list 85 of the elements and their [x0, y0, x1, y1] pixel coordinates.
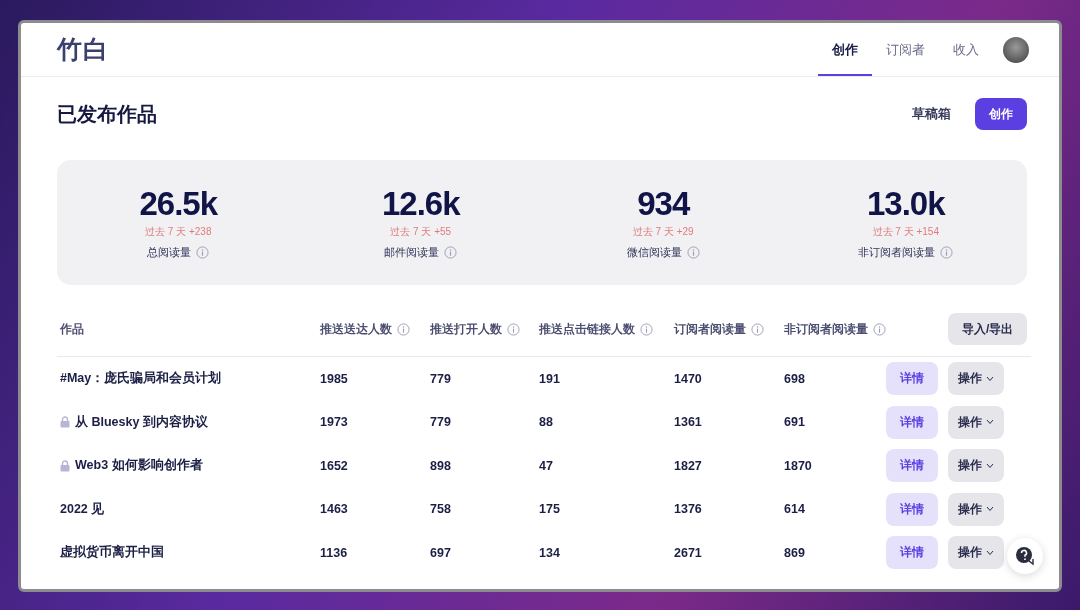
column-header: 推送送达人数 [320, 321, 392, 337]
table-cell: 1361 [674, 415, 702, 430]
info-icon[interactable] [640, 322, 653, 336]
table-cell: 779 [430, 415, 451, 430]
drafts-link[interactable]: 草稿箱 [912, 105, 951, 123]
page-title: 已发布作品 [57, 101, 158, 127]
actions-button[interactable]: 操作 [948, 536, 1004, 570]
logo[interactable]: 竹白 [57, 33, 818, 66]
info-icon[interactable] [444, 245, 458, 259]
article-title-link[interactable]: 从 Bluesky 到内容协议 [60, 413, 208, 431]
lock-icon [60, 459, 70, 472]
import-export-button[interactable]: 导入/导出 [948, 313, 1028, 345]
nav-tab[interactable]: 创作 [818, 23, 872, 76]
actions-button[interactable]: 操作 [948, 405, 1004, 439]
table-cell: 1985 [320, 371, 348, 386]
table-cell: 1470 [674, 371, 702, 386]
table-cell: 47 [539, 458, 553, 473]
nav-tab[interactable]: 订阅者 [872, 23, 939, 76]
info-icon[interactable] [397, 322, 410, 336]
table-cell: 614 [784, 502, 805, 517]
stat-label: 总阅读量 [147, 244, 192, 260]
avatar[interactable] [1003, 36, 1029, 63]
details-button[interactable]: 详情 [886, 449, 938, 483]
table-cell: 1136 [320, 545, 348, 560]
stat-value: 934 [637, 185, 690, 222]
table-cell: 758 [430, 502, 451, 517]
create-button[interactable]: 创作 [975, 98, 1027, 130]
info-icon[interactable] [196, 245, 210, 259]
info-icon[interactable] [873, 322, 886, 336]
table-cell: 779 [430, 371, 451, 386]
table-cell: 869 [784, 545, 805, 560]
column-header: 订阅者阅读量 [674, 321, 746, 337]
lock-icon [60, 416, 70, 429]
stat-label: 非订阅者阅读量 [858, 244, 936, 260]
column-header: 非订阅者阅读量 [784, 321, 868, 337]
article-title-link[interactable]: 虚拟货币离开中国 [60, 544, 164, 562]
nav-tab[interactable]: 收入 [939, 23, 993, 76]
stat-value: 26.5k [139, 185, 218, 222]
actions-button[interactable]: 操作 [948, 492, 1004, 526]
info-icon[interactable] [751, 322, 764, 336]
details-button[interactable]: 详情 [886, 362, 938, 396]
table-cell: 1376 [674, 502, 702, 517]
table-cell: 191 [539, 371, 560, 386]
info-icon[interactable] [507, 322, 520, 336]
stat-value: 12.6k [381, 185, 460, 222]
stat-value: 13.0k [866, 185, 945, 222]
stat-change: 过去 7 天 +154 [872, 224, 939, 239]
table-cell: 898 [430, 458, 451, 473]
stat-label: 邮件阅读量 [384, 244, 440, 260]
table-cell: 1827 [674, 458, 702, 473]
column-header: 推送点击链接人数 [539, 321, 635, 337]
chevron-down-icon [986, 506, 994, 513]
table-cell: 134 [539, 545, 560, 560]
table-cell: 697 [430, 545, 451, 560]
chevron-down-icon [986, 375, 994, 382]
stat-change: 过去 7 天 +29 [632, 224, 694, 239]
column-header: 作品 [60, 321, 84, 337]
help-chat-icon [1015, 546, 1035, 566]
chevron-down-icon [986, 419, 994, 426]
column-header: 推送打开人数 [430, 321, 502, 337]
table-cell: 1463 [320, 502, 348, 517]
actions-button[interactable]: 操作 [948, 449, 1004, 483]
help-button[interactable] [1007, 538, 1043, 574]
table-cell: 2671 [674, 545, 702, 560]
table-cell: 691 [784, 415, 805, 430]
chevron-down-icon [986, 462, 994, 469]
chevron-down-icon [986, 549, 994, 556]
table-cell: 1973 [320, 415, 348, 430]
table-cell: 698 [784, 371, 805, 386]
info-icon[interactable] [940, 245, 954, 259]
table-cell: 1652 [320, 458, 348, 473]
stat-label: 微信阅读量 [626, 244, 682, 260]
table-cell: 1870 [784, 458, 812, 473]
actions-button[interactable]: 操作 [948, 362, 1004, 396]
details-button[interactable]: 详情 [886, 405, 938, 439]
details-button[interactable]: 详情 [886, 492, 938, 526]
info-icon[interactable] [686, 245, 700, 259]
article-title-link[interactable]: Web3 如何影响创作者 [60, 457, 203, 475]
article-title-link[interactable]: #May：庞氏骗局和会员计划 [60, 370, 222, 388]
stat-change: 过去 7 天 +55 [390, 224, 452, 239]
details-button[interactable]: 详情 [886, 536, 938, 570]
table-cell: 88 [539, 415, 553, 430]
article-title-link[interactable]: 2022 见 [60, 500, 105, 518]
table-cell: 175 [539, 502, 560, 517]
stat-change: 过去 7 天 +238 [145, 224, 212, 239]
